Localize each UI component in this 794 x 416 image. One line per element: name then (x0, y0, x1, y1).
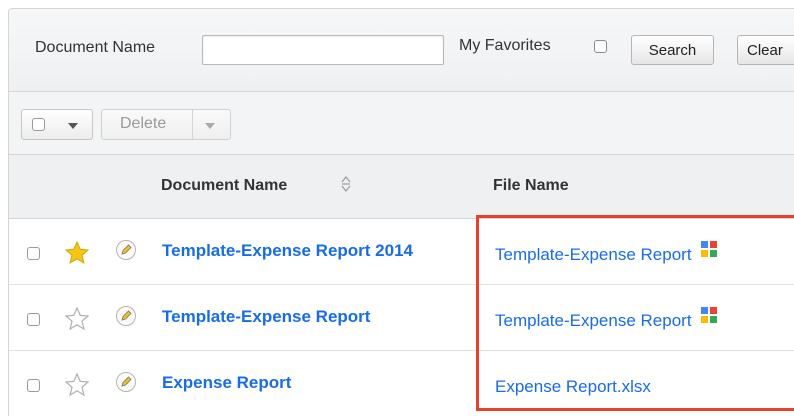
divider (192, 110, 193, 139)
star-icon[interactable] (64, 240, 90, 266)
star-outline-icon[interactable] (64, 372, 90, 398)
chevron-down-icon[interactable] (68, 123, 78, 129)
sort-icon[interactable] (339, 173, 353, 195)
table-row: Expense Report Expense Report.xlsx (9, 352, 794, 416)
chevron-down-icon[interactable] (205, 123, 215, 129)
mass-action-bar: Delete (9, 92, 794, 155)
file-name-text[interactable]: Template-Expense Report (495, 245, 692, 265)
clear-button[interactable]: Clear (737, 35, 794, 65)
column-header-file-name: File Name (493, 177, 569, 194)
table-row: Template-Expense Report 2014 Template-Ex… (9, 220, 794, 285)
row-checkbox[interactable] (27, 247, 40, 260)
delete-action-button[interactable]: Delete (101, 109, 231, 140)
file-name-link[interactable]: Template-Expense Report (495, 307, 718, 331)
star-outline-icon[interactable] (64, 306, 90, 332)
file-name-link[interactable]: Expense Report.xlsx (495, 377, 651, 397)
mass-select-dropdown[interactable] (21, 109, 93, 140)
select-all-checkbox[interactable] (32, 118, 45, 131)
pencil-icon[interactable] (115, 239, 137, 261)
table-row: Template-Expense Report Template-Expense… (9, 286, 794, 351)
document-name-label: Document Name (35, 39, 156, 56)
file-name-text[interactable]: Expense Report.xlsx (495, 377, 651, 397)
pencil-icon[interactable] (115, 305, 137, 327)
pencil-icon[interactable] (115, 371, 137, 393)
my-favorites-checkbox[interactable] (594, 40, 607, 53)
document-name-link[interactable]: Template-Expense Report 2014 (162, 241, 413, 261)
row-checkbox[interactable] (27, 313, 40, 326)
google-drive-icon (700, 307, 717, 323)
document-name-link[interactable]: Expense Report (162, 373, 291, 393)
document-name-link[interactable]: Template-Expense Report (162, 307, 370, 327)
search-bar: Document Name My Favorites Search Clear (9, 9, 794, 92)
row-checkbox[interactable] (27, 379, 40, 392)
search-button[interactable]: Search (631, 35, 714, 65)
table-header: Document Name File Name (9, 155, 794, 219)
documents-list-panel: Document Name My Favorites Search Clear … (8, 8, 794, 416)
file-name-text[interactable]: Template-Expense Report (495, 311, 692, 331)
document-name-input[interactable] (202, 35, 444, 65)
delete-label: Delete (120, 115, 167, 132)
google-drive-icon (700, 241, 717, 257)
column-header-document-name[interactable]: Document Name (161, 177, 287, 195)
my-favorites-label: My Favorites (459, 37, 551, 54)
file-name-link[interactable]: Template-Expense Report (495, 241, 718, 265)
